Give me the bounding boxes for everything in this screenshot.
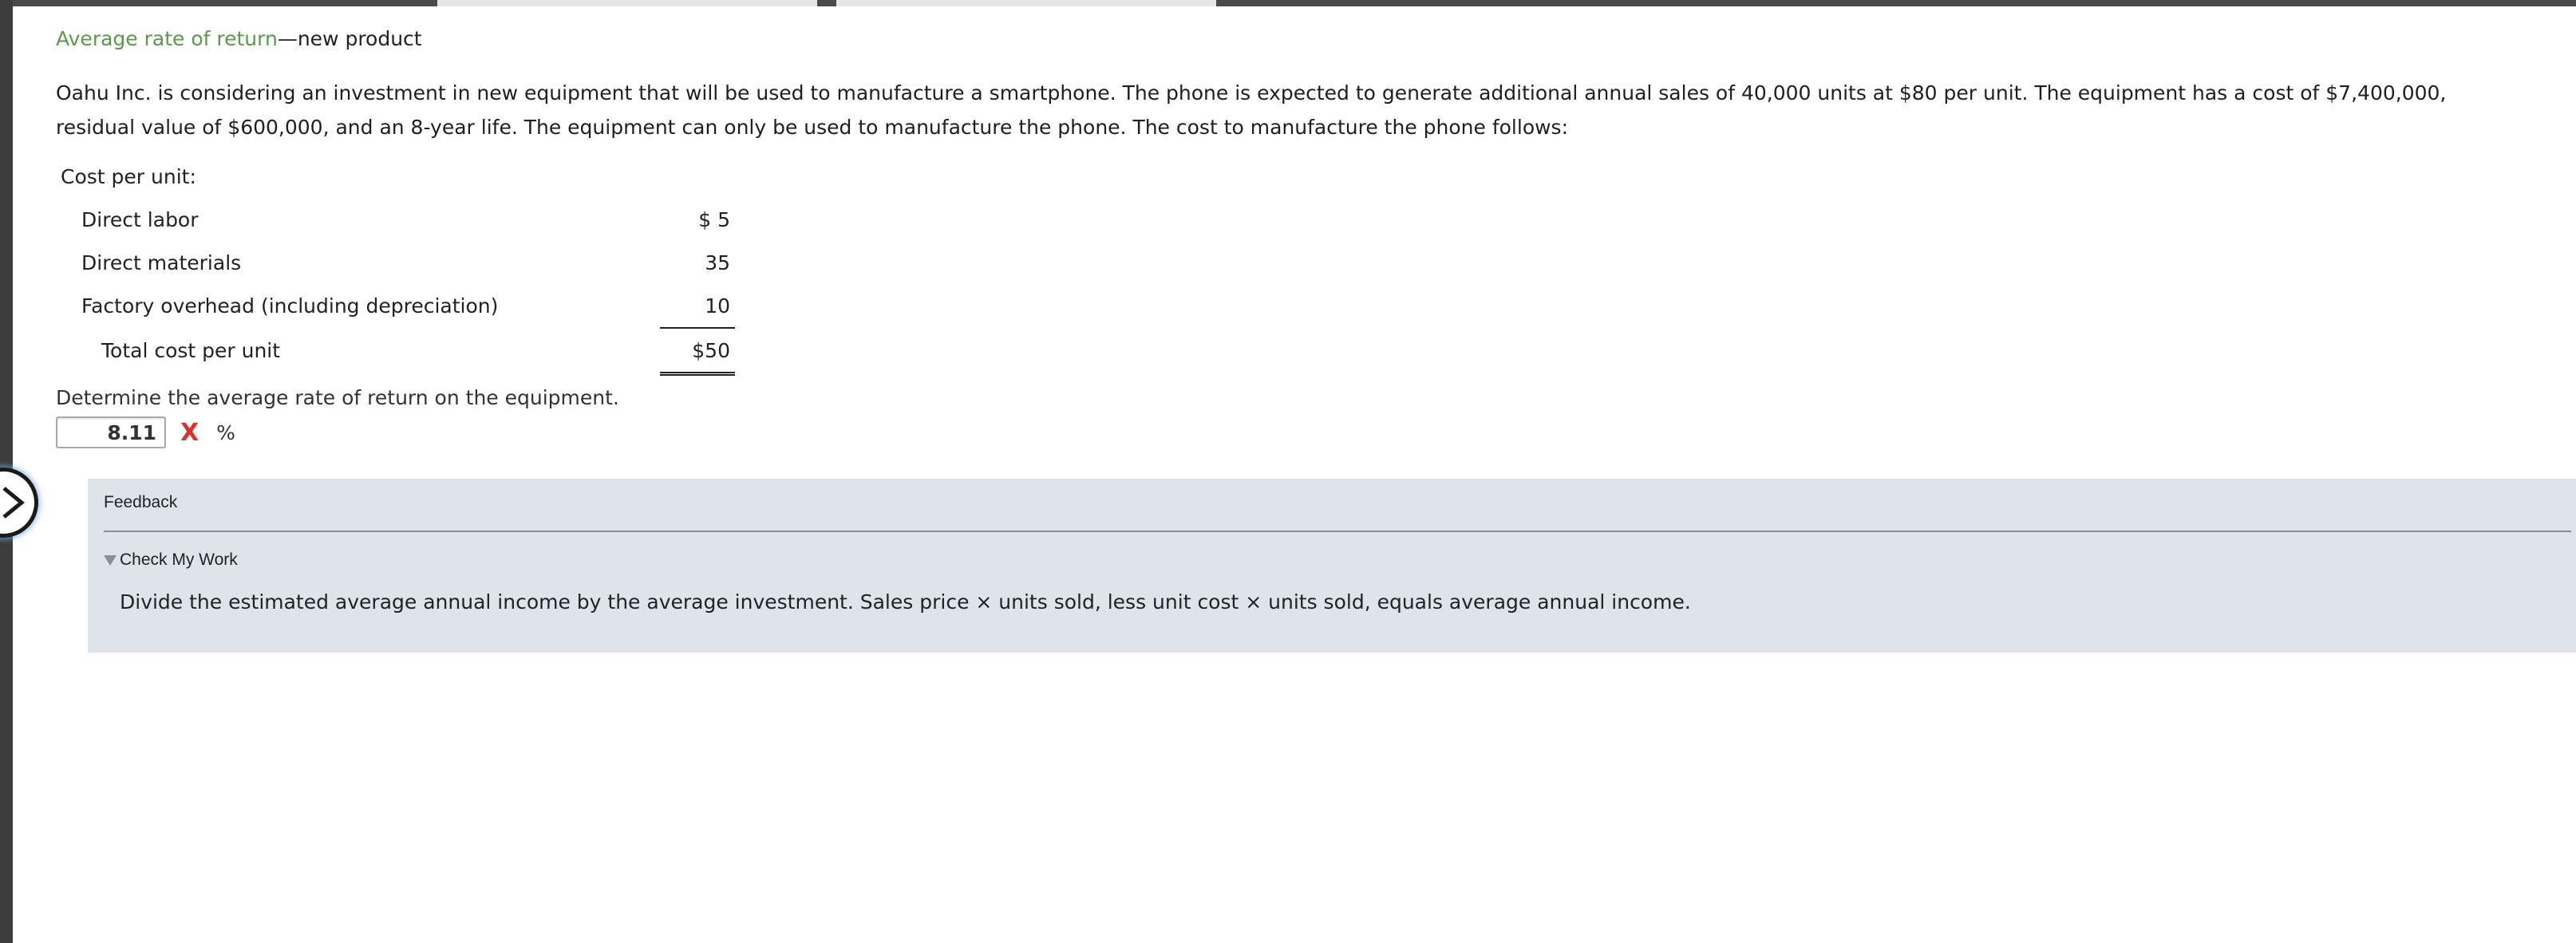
title-accent: Average rate of return [56, 27, 278, 50]
table-row-total: Total cost per unit $50 [56, 328, 735, 376]
row-value-direct-materials: 35 [705, 251, 730, 274]
row-value-direct-labor: $ 5 [698, 207, 730, 231]
check-my-work-toggle[interactable]: Check My Work [104, 550, 238, 570]
top-tab-right[interactable] [835, 0, 1218, 6]
row-value-factory-overhead: 10 [660, 284, 735, 329]
question-prompt: Determine the average rate of return on … [56, 386, 619, 409]
feedback-panel: Feedback Check My Work Divide the estima… [88, 479, 2576, 653]
table-row: Direct materials 35 [56, 241, 735, 284]
problem-title: Average rate of return—new product [56, 27, 2528, 50]
x-mark-icon: X [180, 418, 200, 447]
cost-table-heading-row: Cost per unit: [56, 155, 735, 198]
top-bar [13, 0, 2576, 6]
title-rest: —new product [277, 27, 422, 50]
row-label-total: Total cost per unit [101, 339, 281, 363]
cost-table-heading: Cost per unit: [61, 164, 196, 188]
feedback-hint: Divide the estimated average annual inco… [120, 590, 1691, 614]
table-row: Factory overhead (including depreciation… [56, 284, 735, 329]
check-my-work-label: Check My Work [120, 550, 238, 569]
cost-table: Cost per unit: Direct labor $ 5 Direct m… [56, 155, 735, 376]
table-row: Direct labor $ 5 [56, 198, 735, 241]
problem-statement: Oahu Inc. is considering an investment i… [56, 81, 2447, 139]
row-value-total: $50 [660, 328, 735, 376]
row-label-direct-labor: Direct labor [81, 207, 199, 231]
problem-content: Average rate of return—new product Oahu … [56, 22, 2528, 144]
triangle-down-icon [104, 554, 117, 566]
answer-input[interactable]: 8.11 [56, 416, 166, 448]
unit-label: % [216, 420, 235, 444]
answer-row: 8.11 X % [56, 415, 235, 450]
expand-nav-button[interactable] [0, 468, 38, 538]
feedback-divider [104, 531, 2571, 532]
cost-table-heading-value [660, 155, 735, 198]
row-label-direct-materials: Direct materials [81, 251, 242, 274]
top-tab-left[interactable] [436, 0, 819, 6]
row-label-factory-overhead: Factory overhead (including depreciation… [81, 294, 499, 318]
feedback-title: Feedback [104, 493, 178, 511]
chevron-right-icon [2, 487, 25, 519]
